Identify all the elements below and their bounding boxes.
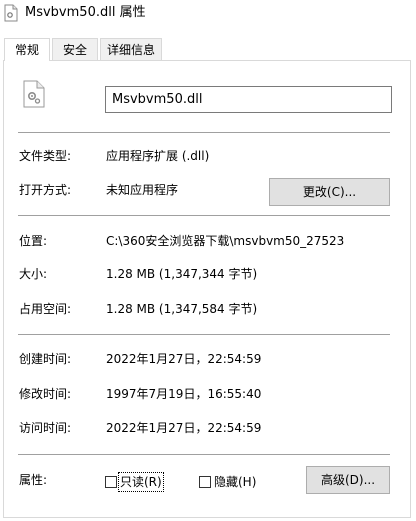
modified-value: 1997年7月19日，16:55:40 xyxy=(106,387,262,401)
size-value: 1.28 MB (1,347,344 字节) xyxy=(106,267,258,281)
hidden-checkbox-box[interactable] xyxy=(199,476,211,488)
attributes-label: 属性: xyxy=(19,473,48,487)
created-value: 2022年1月27日，22:54:59 xyxy=(106,352,262,366)
location-value: C:\360安全浏览器下载\msvbvm50_27523 xyxy=(106,234,345,248)
tab-details[interactable]: 详细信息 xyxy=(100,38,162,60)
location-label: 位置: xyxy=(19,234,48,248)
separator xyxy=(18,454,390,455)
separator xyxy=(18,215,390,216)
dll-file-icon xyxy=(4,4,18,22)
readonly-checkbox-box[interactable] xyxy=(105,476,117,488)
separator xyxy=(18,132,390,133)
size-on-disk-value: 1.28 MB (1,347,584 字节) xyxy=(106,302,258,316)
file-type-label: 文件类型: xyxy=(19,149,72,163)
advanced-button[interactable]: 高级(D)... xyxy=(306,466,390,494)
tab-panel-general xyxy=(3,60,411,518)
window-title: Msvbvm50.dll 属性 xyxy=(25,5,146,20)
change-button[interactable]: 更改(C)... xyxy=(269,178,390,206)
dll-gear-file-icon xyxy=(23,80,45,108)
readonly-checkbox[interactable]: 只读(R) xyxy=(105,472,164,492)
hidden-checkbox-label[interactable]: 隐藏(H) xyxy=(214,474,256,490)
readonly-checkbox-label[interactable]: 只读(R) xyxy=(118,472,164,492)
created-label: 创建时间: xyxy=(19,352,72,366)
file-type-value: 应用程序扩展 (.dll) xyxy=(106,149,210,163)
modified-label: 修改时间: xyxy=(19,387,72,401)
title-bar: Msvbvm50.dll 属性 xyxy=(0,0,416,30)
open-with-value: 未知应用程序 xyxy=(106,183,179,197)
separator xyxy=(18,334,390,335)
hidden-checkbox[interactable]: 隐藏(H) xyxy=(199,474,256,490)
file-name-field[interactable]: Msvbvm50.dll xyxy=(105,86,392,113)
open-with-label: 打开方式: xyxy=(19,183,72,197)
accessed-value: 2022年1月27日，22:54:59 xyxy=(106,421,262,435)
accessed-label: 访问时间: xyxy=(19,421,72,435)
tab-general[interactable]: 常规 xyxy=(4,38,50,61)
tab-security[interactable]: 安全 xyxy=(52,38,98,60)
size-label: 大小: xyxy=(19,267,48,281)
size-on-disk-label: 占用空间: xyxy=(19,302,72,316)
